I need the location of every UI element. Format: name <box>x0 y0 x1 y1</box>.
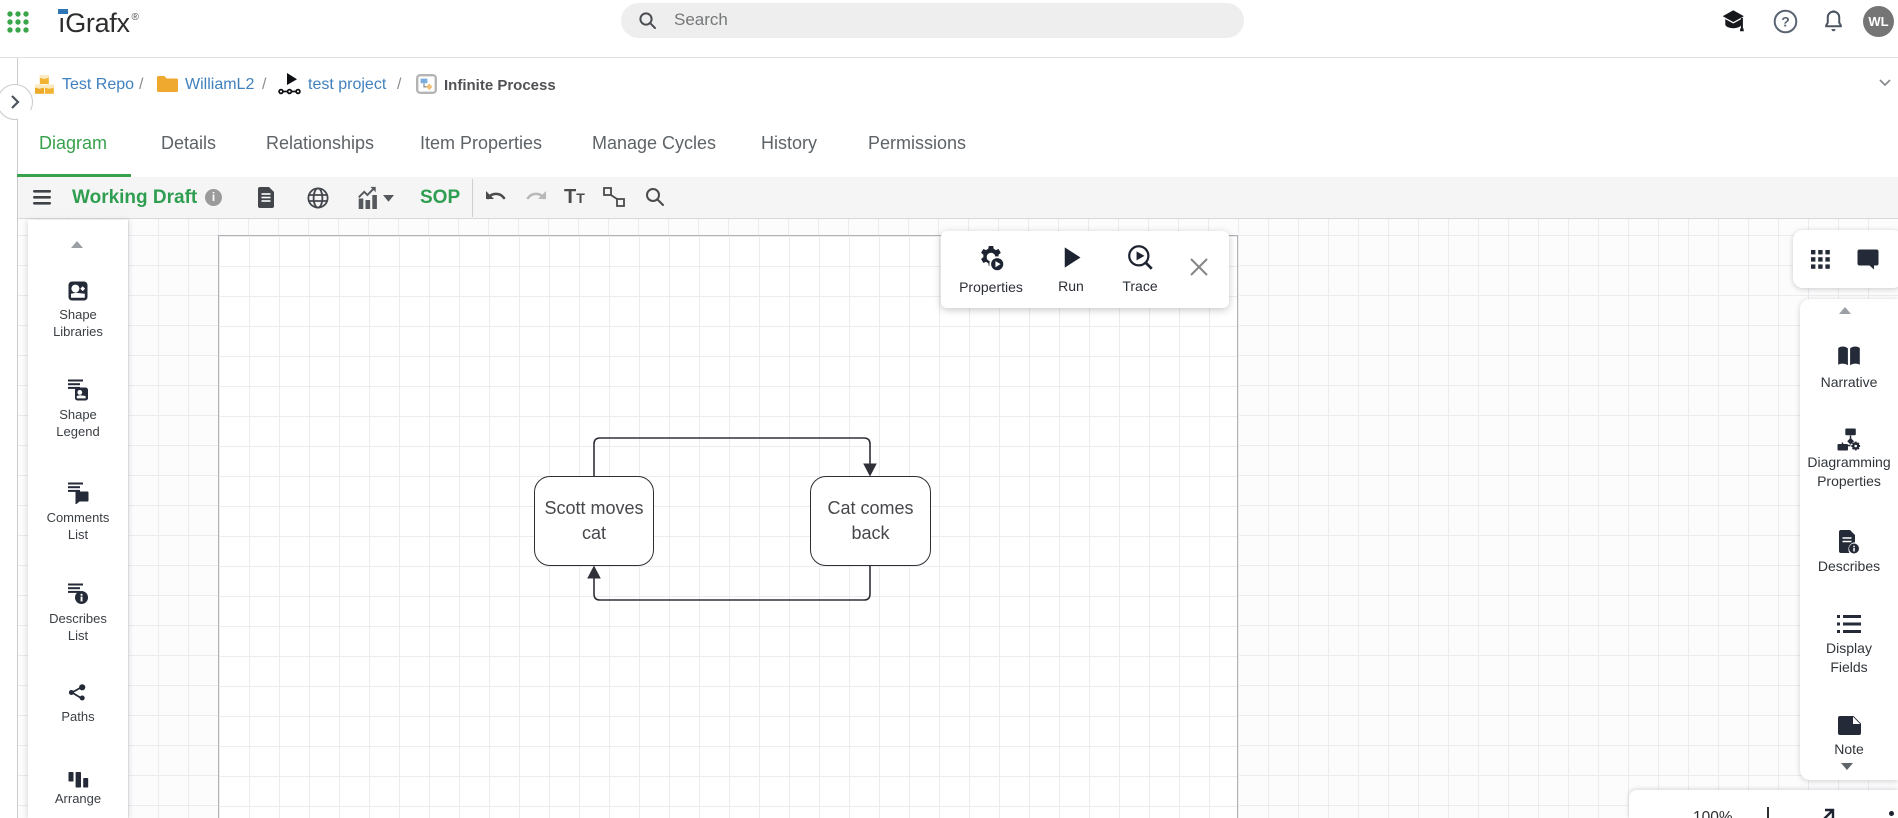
svg-text:?: ? <box>1781 13 1790 29</box>
